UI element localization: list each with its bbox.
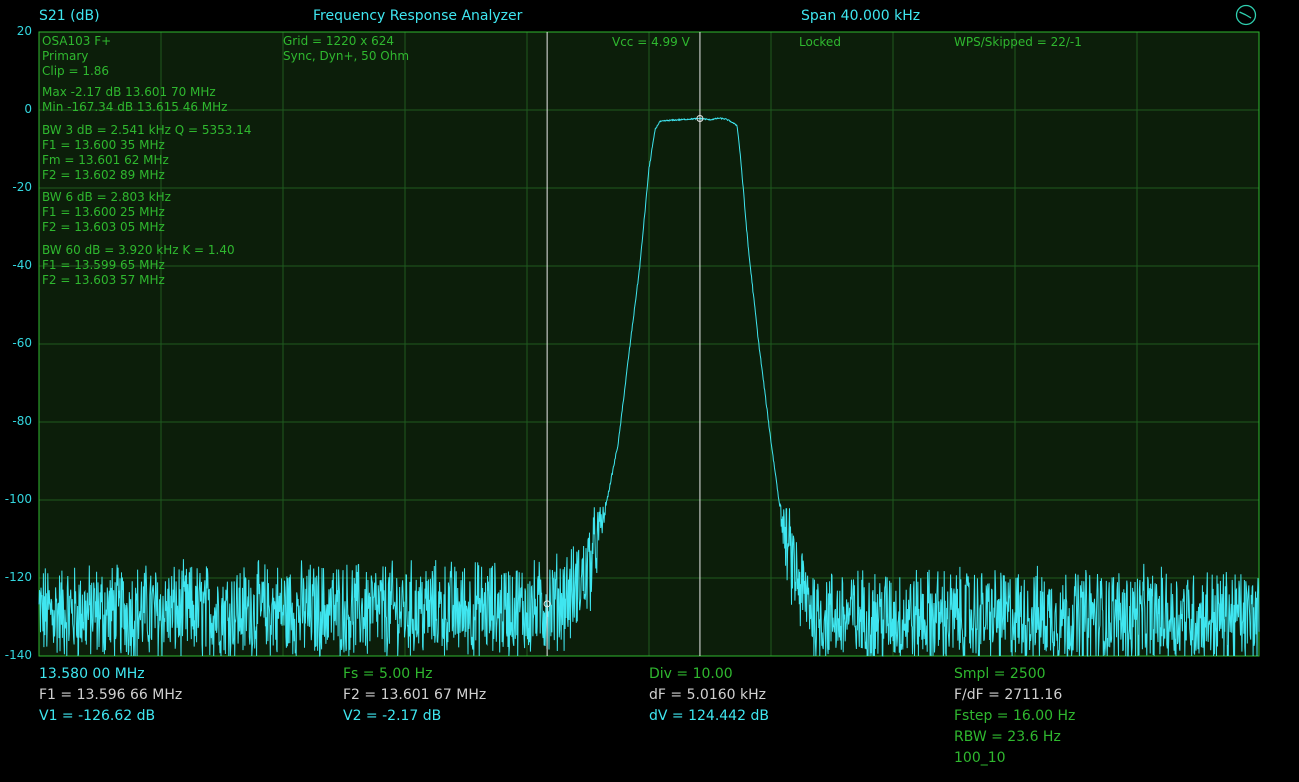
fs-readout: Fs = 5.00 Hz: [343, 666, 433, 682]
marker-v2: V2 = -2.17 dB: [343, 708, 442, 724]
delta-f: dF = 5.0160 kHz: [649, 687, 766, 703]
y-tick-label: -40: [12, 258, 32, 272]
bw6-f2: F2 = 13.603 05 MHz: [42, 220, 165, 234]
y-tick-label: -80: [12, 414, 32, 428]
device-model: OSA103 F+: [42, 34, 112, 48]
start-frequency: 13.580 00 MHz: [39, 666, 145, 682]
clip-level: Clip = 1.86: [42, 64, 110, 78]
min-value: Min -167.34 dB 13.615 46 MHz: [42, 100, 228, 114]
delta-v: dV = 124.442 dB: [649, 708, 769, 724]
mode-readout: 100_10: [954, 750, 1006, 766]
vcc-readout: Vcc = 4.99 V: [612, 35, 690, 49]
y-tick-label: -100: [4, 492, 32, 506]
sync-mode: Sync, Dyn+, 50 Ohm: [283, 49, 410, 63]
device-info: OSA103 F+ Primary Clip = 1.86: [42, 34, 111, 79]
channel-name: Primary: [42, 49, 89, 63]
lock-status: Locked: [799, 35, 841, 49]
y-tick-label: 0: [24, 102, 32, 116]
rbw-readout: RBW = 23.6 Hz: [954, 729, 1061, 745]
bw60-info: BW 60 dB = 3.920 kHz K = 1.40 F1 = 13.59…: [42, 243, 235, 288]
y-tick-label: 20: [16, 24, 32, 38]
max-value: Max -2.17 dB 13.601 70 MHz: [42, 85, 216, 99]
min-max-info: Max -2.17 dB 13.601 70 MHz Min -167.34 d…: [42, 85, 227, 115]
bw60-f2: F2 = 13.603 57 MHz: [42, 273, 165, 287]
bw3-value: BW 3 dB = 2.541 kHz Q = 5353.14: [42, 123, 252, 137]
div-readout: Div = 10.00: [649, 666, 733, 682]
frequency-response-chart: [38, 31, 1260, 658]
bw3-f2: F2 = 13.602 89 MHz: [42, 168, 165, 182]
samples-readout: Smpl = 2500: [954, 666, 1046, 682]
y-tick-label: -20: [12, 180, 32, 194]
f-over-df: F/dF = 2711.16: [954, 687, 1063, 703]
bw60-value: BW 60 dB = 3.920 kHz K = 1.40: [42, 243, 235, 257]
y-tick-label: -140: [4, 648, 32, 662]
grid-size: Grid = 1220 x 624: [283, 34, 395, 48]
bw60-f1: F1 = 13.599 65 MHz: [42, 258, 165, 272]
marker-f1: F1 = 13.596 66 MHz: [39, 687, 183, 703]
bw6-value: BW 6 dB = 2.803 kHz: [42, 190, 171, 204]
fstep-readout: Fstep = 16.00 Hz: [954, 708, 1076, 724]
y-tick-label: -120: [4, 570, 32, 584]
bw3-info: BW 3 dB = 2.541 kHz Q = 5353.14 F1 = 13.…: [42, 123, 251, 183]
bw3-f1: F1 = 13.600 35 MHz: [42, 138, 165, 152]
marker-f2: F2 = 13.601 67 MHz: [343, 687, 487, 703]
bw6-info: BW 6 dB = 2.803 kHz F1 = 13.600 25 MHz F…: [42, 190, 171, 235]
marker-v1: V1 = -126.62 dB: [39, 708, 156, 724]
bw3-fm: Fm = 13.601 62 MHz: [42, 153, 169, 167]
wps-readout: WPS/Skipped = 22/-1: [954, 35, 1082, 49]
grid-info: Grid = 1220 x 624 Sync, Dyn+, 50 Ohm: [283, 34, 409, 64]
y-tick-label: -60: [12, 336, 32, 350]
bw6-f1: F1 = 13.600 25 MHz: [42, 205, 165, 219]
